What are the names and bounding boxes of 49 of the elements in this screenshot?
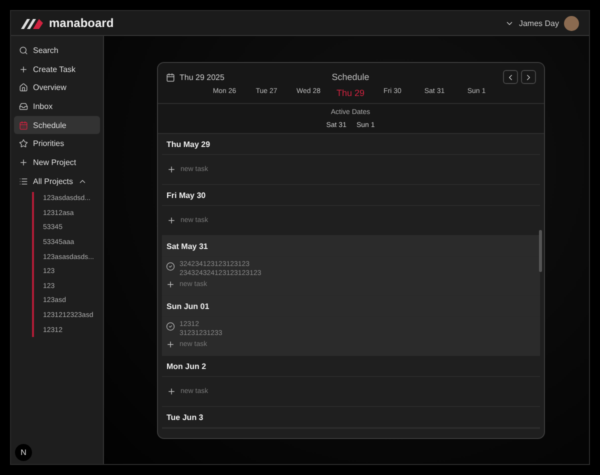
search-icon (19, 46, 28, 55)
inbox-icon (19, 102, 28, 111)
day-heading: Fri May 30 (162, 185, 540, 206)
check-circle-icon[interactable] (166, 262, 174, 271)
sidebar-item-label: Create Task (33, 64, 76, 74)
day-heading: Thu May 29 (162, 134, 540, 155)
list-icon (19, 176, 28, 186)
current-date: Thu 29 2025 (180, 72, 224, 82)
scrollbar-thumb[interactable] (538, 230, 542, 272)
sidebar-item[interactable]: Create Task (14, 60, 100, 78)
sidebar-item-label: Schedule (33, 120, 66, 130)
sidebar-item-label: Overview (33, 83, 66, 92)
day-heading: Tue Jun 3 (162, 407, 540, 428)
schedule-title: Schedule (332, 72, 370, 82)
sidebar-item-label: New Project (33, 158, 76, 167)
plus-icon (166, 340, 174, 349)
sidebar-item-label: Search (33, 46, 58, 55)
sidebar-item[interactable]: Inbox (14, 97, 100, 116)
sidebar-item[interactable]: Search (14, 41, 100, 60)
dev-badge[interactable]: N (15, 444, 32, 461)
plus-icon (166, 216, 176, 225)
plus-icon (166, 280, 174, 289)
projects-toggle[interactable]: All Projects (14, 172, 100, 190)
sidebar-item[interactable]: Schedule (14, 116, 100, 134)
previous-button[interactable] (502, 70, 518, 84)
next-button[interactable] (520, 70, 536, 84)
projects-label: All Projects (33, 176, 74, 186)
day-heading: Sat May 31 (162, 236, 540, 257)
day-heading: Mon Jun 2 (162, 356, 540, 377)
star-icon (19, 139, 28, 148)
sidebar-item[interactable]: Overview (14, 78, 100, 98)
house-icon (19, 83, 28, 92)
sidebar-item-label: Inbox (33, 102, 53, 111)
week-day[interactable]: Thu 29 (330, 88, 372, 98)
sidebar-item-label: Priorities (33, 139, 64, 148)
calendar-icon (19, 120, 28, 130)
sidebar-item[interactable]: New Project (14, 153, 100, 172)
check-circle-icon[interactable] (166, 322, 174, 331)
avatar[interactable] (564, 16, 579, 30)
logo-icon (21, 17, 43, 29)
user-name[interactable]: James Day (518, 18, 559, 28)
sidebar-item[interactable]: Priorities (14, 134, 100, 154)
plus-icon (166, 165, 176, 174)
app-name: manaboard (49, 16, 114, 30)
day-heading: Sun Jun 01 (162, 296, 540, 317)
plus-icon (19, 64, 28, 74)
calendar-icon (166, 72, 174, 82)
plus-icon (19, 158, 28, 167)
plus-icon (166, 387, 176, 396)
